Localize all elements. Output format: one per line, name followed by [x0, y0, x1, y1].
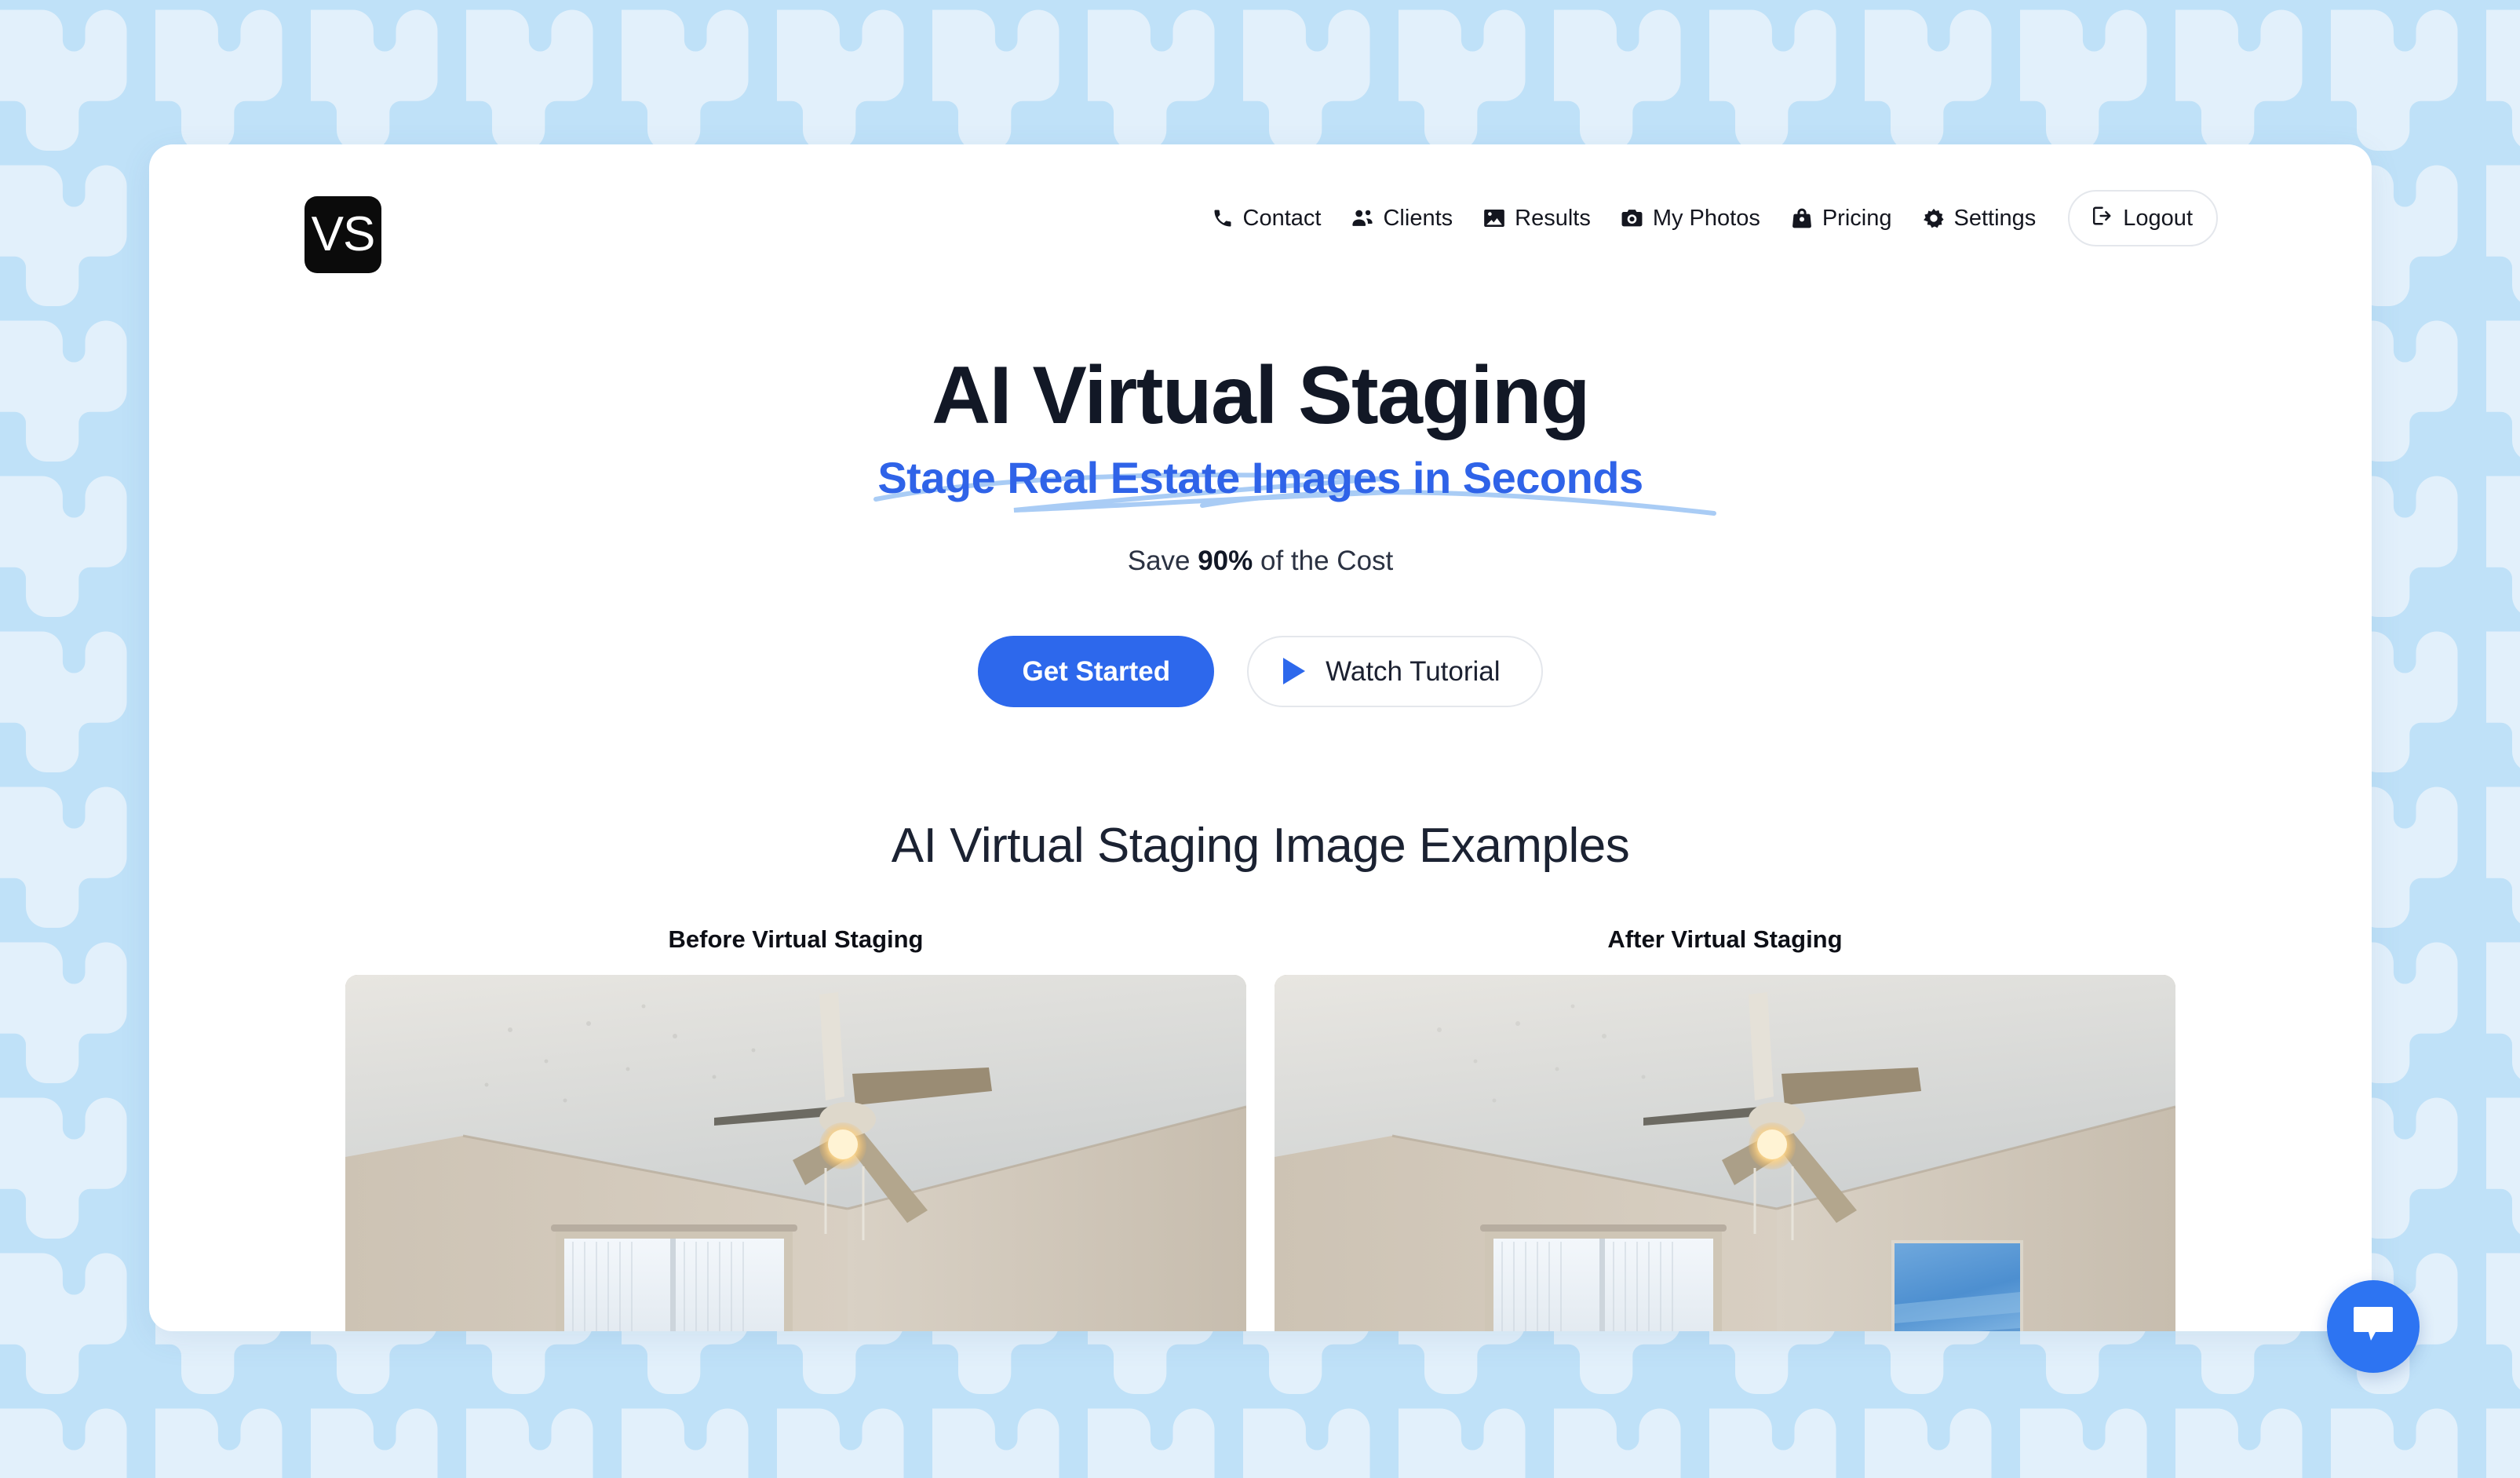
after-column: After Virtual Staging	[1275, 927, 2175, 1331]
play-icon	[1283, 658, 1306, 685]
nav-item-label: Settings	[1953, 205, 2037, 231]
after-image[interactable]	[1275, 974, 2175, 1331]
page-title: AI Virtual Staging	[932, 350, 1590, 441]
app-card: VS Contact Clients Results My Photos Pri…	[149, 144, 2372, 1331]
nav-item-label: My Photos	[1652, 205, 1760, 231]
nav-item-contact[interactable]: Contact	[1196, 206, 1337, 230]
before-after-grid: Before Virtual Staging After Virtual Sta…	[345, 927, 2175, 1331]
cta-row: Get Started Watch Tutorial	[149, 635, 2372, 707]
logo-text: VS	[311, 207, 376, 261]
before-label: Before Virtual Staging	[668, 925, 924, 953]
main-nav: Contact Clients Results My Photos Pricin…	[1196, 190, 2218, 246]
examples-title: AI Virtual Staging Image Examples	[891, 818, 1630, 873]
tagline-suffix: of the Cost	[1253, 546, 1394, 577]
logout-icon	[2091, 205, 2113, 232]
image-icon	[1482, 206, 1506, 230]
get-started-button[interactable]: Get Started	[978, 635, 1215, 707]
app-header: VS Contact Clients Results My Photos Pri…	[149, 144, 2372, 301]
chat-bubble-icon	[2349, 1302, 2398, 1352]
logout-button[interactable]: Logout	[2068, 190, 2218, 246]
tagline-highlight: 90%	[1198, 546, 1253, 577]
before-column: Before Virtual Staging	[345, 927, 1246, 1331]
nav-item-label: Clients	[1383, 205, 1453, 231]
nav-item-pricing[interactable]: Pricing	[1775, 206, 1907, 230]
before-image[interactable]	[345, 974, 1246, 1331]
hero-tagline: Save 90% of the Cost	[149, 543, 2372, 579]
phone-icon	[1211, 206, 1234, 230]
shopping-bag-icon	[1790, 206, 1814, 230]
page-root: VS Contact Clients Results My Photos Pri…	[0, 0, 2520, 1478]
after-label: After Virtual Staging	[1607, 925, 1843, 953]
logo[interactable]: VS	[305, 196, 381, 273]
watch-tutorial-label: Watch Tutorial	[1326, 655, 1501, 687]
hero-subtitle-wrap: Stage Real Estate Images in Seconds	[873, 453, 1717, 523]
examples-section: AI Virtual Staging Image Examples Before…	[149, 817, 2372, 1331]
nav-item-label: Contact	[1242, 205, 1322, 231]
hero-section: AI Virtual Staging Stage Real Estate Ima…	[149, 350, 2372, 707]
chat-widget-button[interactable]	[2327, 1280, 2420, 1373]
camera-icon	[1621, 206, 1644, 230]
nav-item-clients[interactable]: Clients	[1336, 206, 1468, 230]
watch-tutorial-button[interactable]: Watch Tutorial	[1247, 635, 1543, 707]
logout-label: Logout	[2123, 205, 2193, 231]
nav-item-settings[interactable]: Settings	[1907, 206, 2051, 230]
people-icon	[1351, 206, 1374, 230]
gear-icon	[1922, 206, 1946, 230]
nav-item-my-photos[interactable]: My Photos	[1606, 206, 1775, 230]
hero-subtitle: Stage Real Estate Images in Seconds	[877, 453, 1643, 503]
nav-item-label: Pricing	[1822, 205, 1892, 231]
tagline-prefix: Save	[1127, 546, 1198, 577]
nav-item-results[interactable]: Results	[1468, 206, 1606, 230]
nav-item-label: Results	[1515, 205, 1591, 231]
